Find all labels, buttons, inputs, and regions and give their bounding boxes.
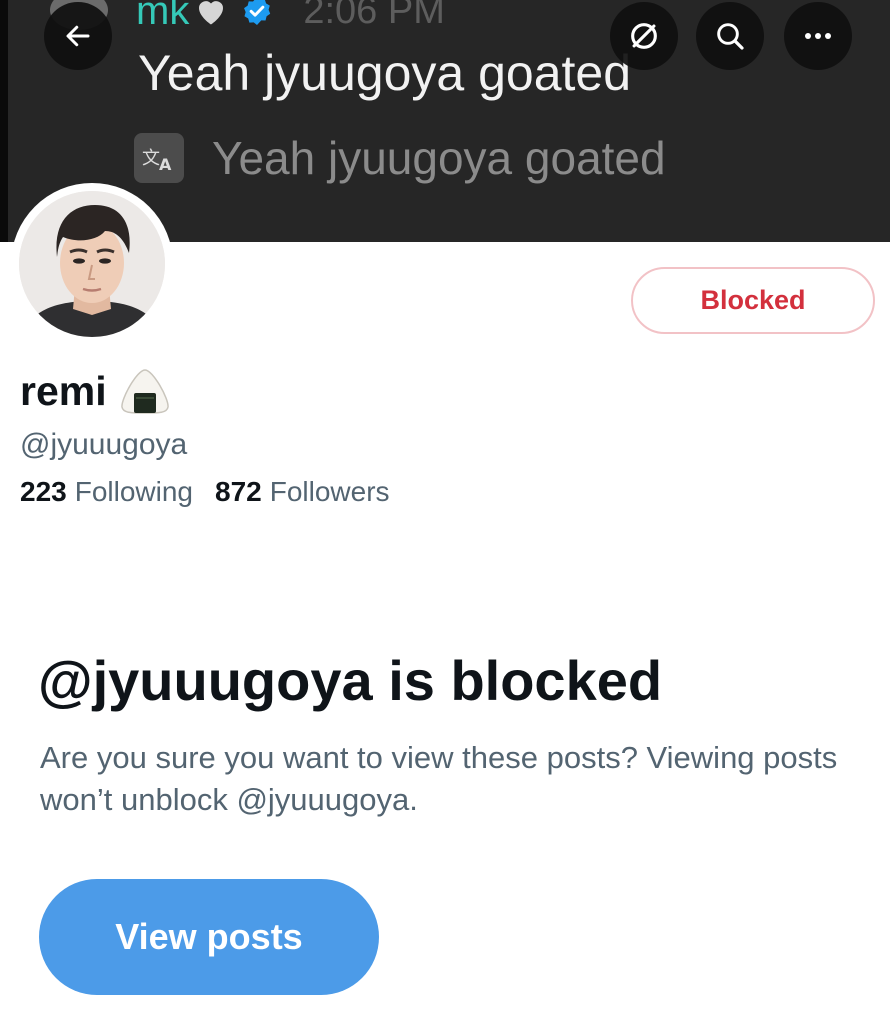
banner-translation-row: 文 A Yeah jyuugoya goated	[134, 132, 666, 184]
verified-icon	[244, 0, 271, 25]
following-label: Following	[74, 476, 193, 507]
view-posts-button[interactable]: View posts	[39, 879, 379, 995]
followers-count-link[interactable]: 872 Followers	[215, 476, 390, 508]
followers-label: Followers	[269, 476, 390, 507]
more-icon	[805, 33, 831, 39]
svg-text:A: A	[159, 155, 172, 173]
followers-count: 872	[215, 476, 262, 507]
follow-counts: 223 Following 872 Followers	[20, 476, 390, 508]
translate-icon: 文 A	[134, 133, 184, 183]
profile-handle: @jyuuugoya	[20, 428, 188, 461]
following-count-link[interactable]: 223 Following	[20, 476, 193, 508]
svg-text:文: 文	[142, 148, 160, 169]
banner-post-meta: mk 2:06 PM	[136, 0, 445, 34]
banner-post-text: Yeah jyuugoya goated	[138, 45, 632, 101]
profile-display-name: remi	[20, 368, 171, 414]
search-button[interactable]	[696, 2, 764, 70]
more-options-button[interactable]	[784, 2, 852, 70]
no-image-icon	[631, 23, 657, 49]
banner-post-time: 2:06 PM	[303, 0, 445, 32]
heart-icon	[199, 1, 224, 25]
banner-translation-text: Yeah jyuugoya goated	[212, 132, 666, 184]
avatar-photo	[19, 191, 165, 337]
blocked-notice-description: Are you sure you want to view these post…	[40, 740, 838, 817]
blocked-notice-title: @jyuuugoya is blocked	[38, 649, 663, 712]
avatar[interactable]	[19, 191, 165, 337]
onigiri-icon	[120, 369, 169, 414]
banner-author-name: mk	[136, 0, 190, 33]
search-icon	[717, 23, 744, 50]
back-button[interactable]	[44, 2, 112, 70]
banner-edge	[0, 0, 8, 242]
display-name-text: remi	[20, 367, 107, 414]
blocked-button[interactable]: Blocked	[631, 267, 875, 334]
following-count: 223	[20, 476, 67, 507]
back-arrow-icon	[66, 25, 90, 47]
hide-media-button[interactable]	[610, 2, 678, 70]
